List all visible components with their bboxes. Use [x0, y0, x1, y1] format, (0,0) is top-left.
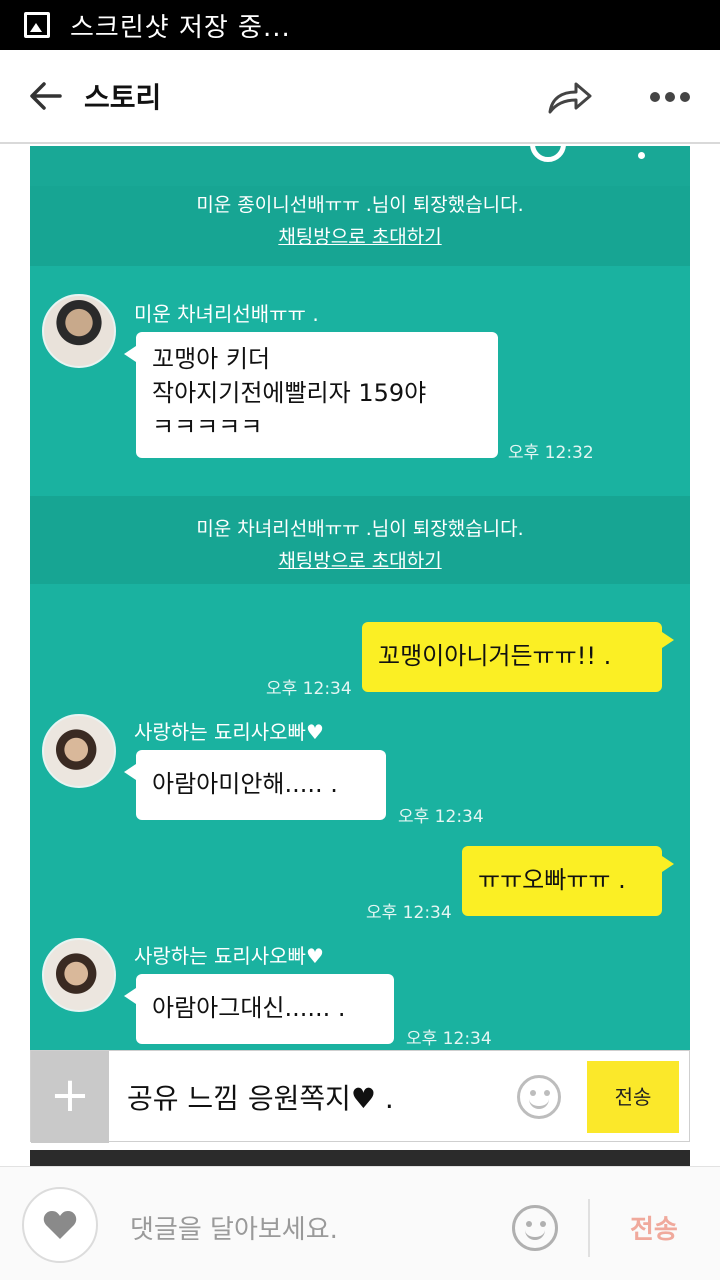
message-time: 오후 12:34 — [398, 807, 484, 827]
message-line: 작아지기전에빨리자 159야 — [152, 379, 427, 407]
emoticon-icon[interactable] — [517, 1075, 561, 1119]
divider — [588, 1199, 590, 1257]
chat-bubble[interactable]: 아람아미안해..... . — [124, 750, 386, 820]
status-bar: 스크린샷 저장 중... — [0, 0, 720, 50]
message-line: ㅠㅠ오빠ㅠㅠ . — [478, 866, 626, 894]
app-bar: 스토리 — [0, 50, 720, 144]
avatar[interactable] — [42, 714, 116, 788]
chat-bubble[interactable]: 아람아그대신...... . — [124, 974, 394, 1044]
avatar[interactable] — [42, 294, 116, 368]
search-icon — [530, 146, 566, 162]
screenshot-bottom-edge — [30, 1150, 690, 1166]
message-time: 오후 12:34 — [266, 679, 352, 699]
chat-header-cropped — [30, 146, 690, 186]
exit-notice: 미운 종이니선배ㅠㅠ .님이 퇴장했습니다. 채팅방으로 초대하기 — [30, 186, 690, 266]
sender-name: 사랑하는 됴리사오빠♥ — [134, 944, 324, 968]
add-attachment-button[interactable]: + — [31, 1051, 109, 1143]
exit-notice-text: 미운 종이니선배ㅠㅠ .님이 퇴장했습니다. — [196, 194, 524, 216]
like-heart-icon[interactable] — [22, 1187, 98, 1263]
message-line: 꼬맹이아니거든ㅠㅠ!! . — [378, 642, 612, 670]
chat-bubble[interactable]: 꼬맹아 키더 작아지기전에빨리자 159야 ㅋㅋㅋㅋㅋ — [124, 332, 498, 458]
more-options-icon[interactable] — [650, 92, 690, 104]
back-arrow-icon[interactable] — [28, 78, 64, 114]
message-line: 아람아그대신...... . — [152, 994, 346, 1022]
exit-notice: 미운 차녀리선배ㅠㅠ .님이 퇴장했습니다. 채팅방으로 초대하기 — [30, 496, 690, 584]
screenshot-icon — [24, 12, 50, 38]
emoticon-icon[interactable] — [512, 1205, 558, 1251]
message-line: 꼬맹아 키더 — [152, 345, 271, 373]
chat-input-text[interactable]: 공유 느낌 응원쪽지♥ . — [127, 1077, 394, 1117]
share-icon[interactable] — [546, 78, 594, 118]
message-line: ㅋㅋㅋㅋㅋ — [152, 413, 263, 441]
invite-link[interactable]: 채팅방으로 초대하기 — [30, 222, 690, 249]
sender-name: 미운 차녀리선배ㅠㅠ . — [134, 302, 319, 326]
page-title: 스토리 — [84, 81, 162, 114]
message-time: 오후 12:34 — [366, 903, 452, 923]
chat-bubble-mine[interactable]: ㅠㅠ오빠ㅠㅠ . — [462, 846, 674, 916]
chat-input-bar: + 공유 느낌 응원쪽지♥ . 전송 — [30, 1050, 690, 1143]
comment-send-button[interactable]: 전송 — [630, 1209, 678, 1246]
message-line: 아람아미안해..... . — [152, 770, 338, 798]
message-time: 오후 12:32 — [508, 443, 594, 463]
chat-bubble-mine[interactable]: 꼬맹이아니거든ㅠㅠ!! . — [362, 622, 674, 692]
avatar[interactable] — [42, 938, 116, 1012]
menu-dot-icon — [638, 152, 645, 159]
comment-bar: 댓글을 달아보세요. 전송 — [0, 1166, 720, 1280]
message-time: 오후 12:34 — [406, 1029, 492, 1049]
invite-link[interactable]: 채팅방으로 초대하기 — [30, 546, 690, 573]
status-notification: 스크린샷 저장 중... — [70, 12, 291, 43]
exit-notice-text: 미운 차녀리선배ㅠㅠ .님이 퇴장했습니다. — [196, 518, 524, 540]
chat-screenshot: 미운 종이니선배ㅠㅠ .님이 퇴장했습니다. 채팅방으로 초대하기 미운 차녀리… — [30, 146, 690, 1140]
comment-input[interactable]: 댓글을 달아보세요. — [130, 1209, 338, 1246]
sender-name: 사랑하는 됴리사오빠♥ — [134, 720, 324, 744]
chat-send-button[interactable]: 전송 — [587, 1061, 679, 1133]
